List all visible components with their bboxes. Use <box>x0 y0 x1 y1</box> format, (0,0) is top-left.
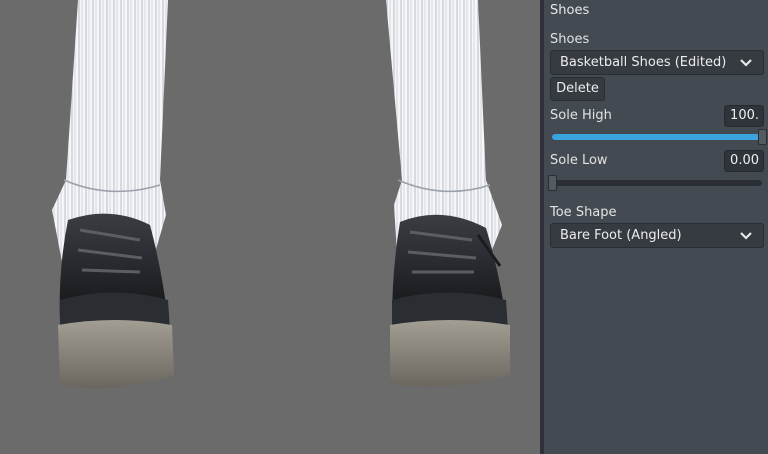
3d-viewport[interactable] <box>0 0 540 454</box>
sole-low-label: Sole Low <box>550 153 608 168</box>
sole-high-value[interactable]: 100. <box>724 105 764 127</box>
sole-low-thumb[interactable] <box>548 175 557 191</box>
sole-low-slider[interactable] <box>548 175 762 191</box>
sole-low-value[interactable]: 0.00 <box>724 150 764 172</box>
shoes-properties-panel: Shoes Shoes Basketball Shoes (Edited) De… <box>544 0 768 454</box>
sole-high-slider[interactable] <box>552 129 767 145</box>
shoes-label: Shoes <box>550 32 590 47</box>
character-render <box>52 0 510 389</box>
sole-high-label: Sole High <box>550 108 612 123</box>
toe-shape-dropdown-value: Bare Foot (Angled) <box>560 228 682 243</box>
sole-high-fill <box>552 134 762 140</box>
chevron-down-icon <box>740 59 752 67</box>
shoes-dropdown[interactable]: Basketball Shoes (Edited) <box>550 50 764 75</box>
toe-shape-dropdown[interactable]: Bare Foot (Angled) <box>550 223 764 248</box>
delete-button[interactable]: Delete <box>550 77 605 101</box>
panel-title: Shoes <box>550 3 590 18</box>
sole-high-thumb[interactable] <box>758 129 767 145</box>
shoes-dropdown-value: Basketball Shoes (Edited) <box>560 55 727 70</box>
toe-shape-label: Toe Shape <box>550 205 617 220</box>
chevron-down-icon <box>740 232 752 240</box>
